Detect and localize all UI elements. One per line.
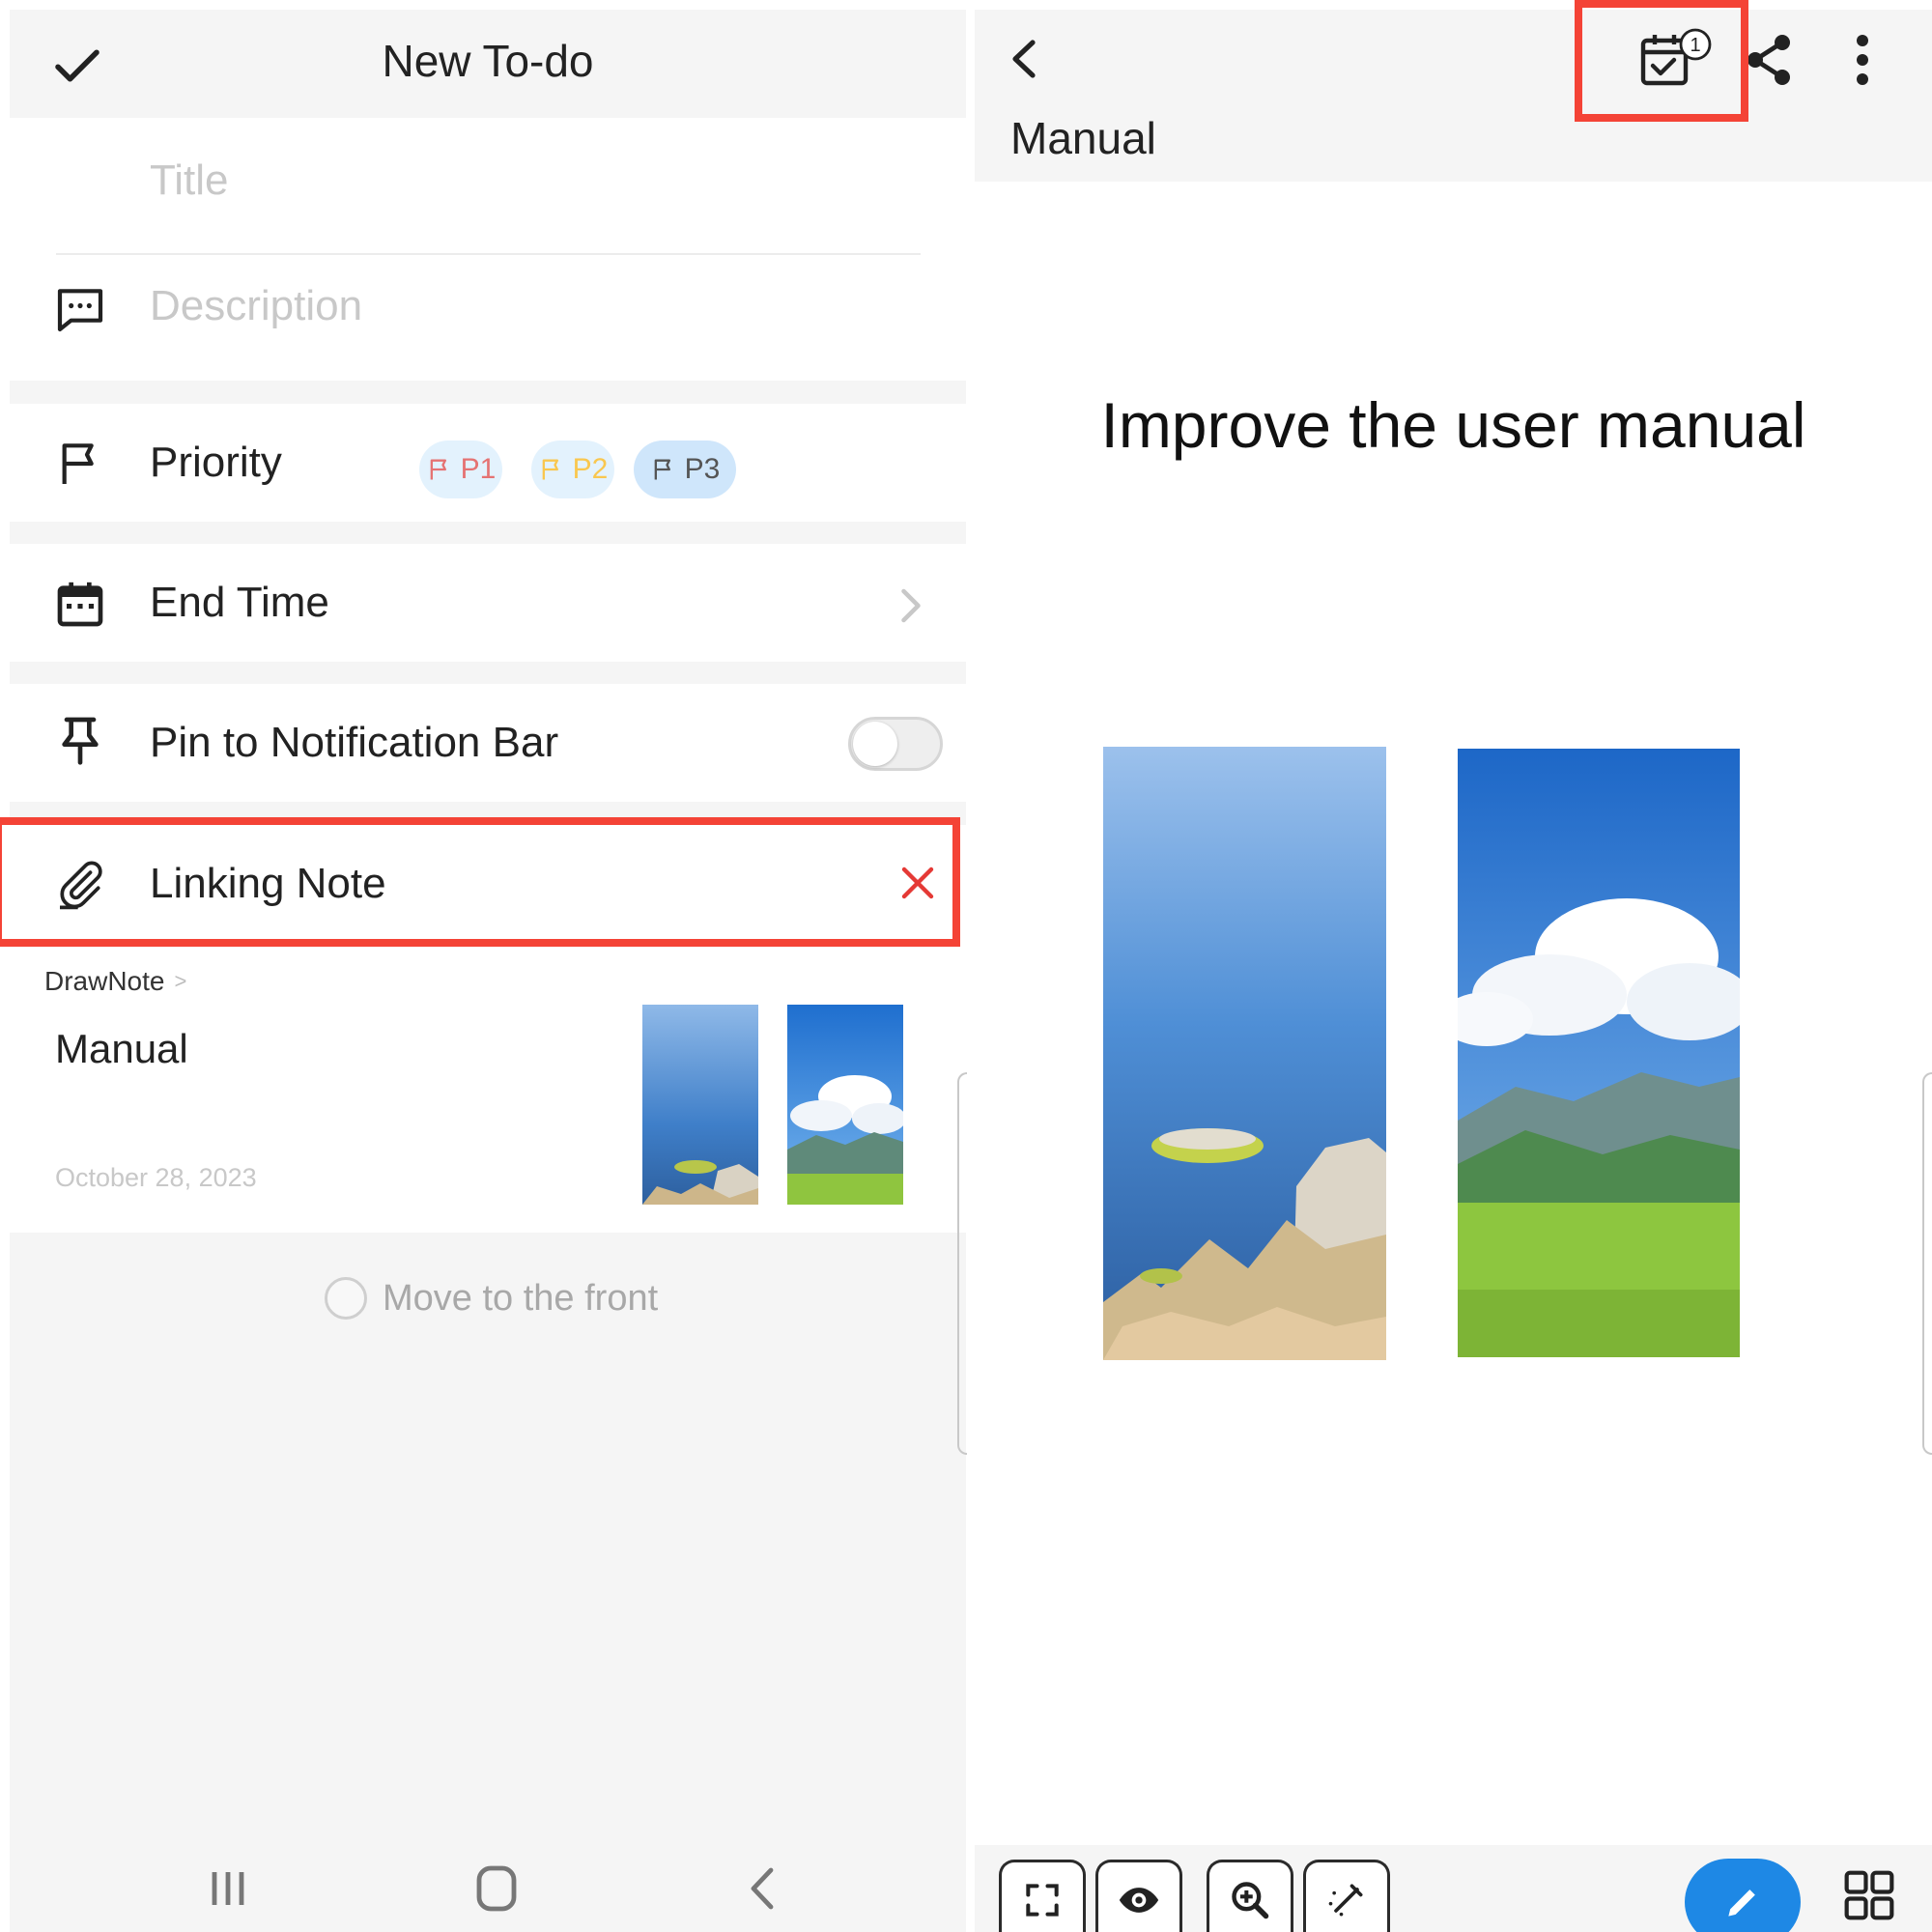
magic-wand-icon [1328,1884,1363,1916]
end-time-row[interactable]: End Time [10,544,966,662]
new-todo-panel: New To-do Title Description Priority P1 … [10,10,966,1932]
grid-icon[interactable] [1842,1868,1896,1922]
toggle-knob [853,722,897,766]
radio-button[interactable] [325,1277,367,1320]
meadow-thumbnail [787,1005,903,1205]
recent-apps-icon[interactable] [199,1864,257,1913]
highlight-box [0,817,960,947]
highlight-box [1575,0,1748,122]
chevron-right-icon: > [174,969,187,993]
edit-button[interactable] [1685,1859,1801,1932]
pin-row: Pin to Notification Bar [10,684,966,802]
note-title: Manual [1010,113,1156,163]
back-icon[interactable] [734,1864,792,1913]
note-date: October 28, 2023 [55,1163,257,1192]
zoom-in-icon [1232,1881,1269,1918]
move-to-front-option[interactable]: Move to the front [325,1277,658,1320]
eye-icon [1119,1887,1159,1913]
back-icon[interactable] [1006,35,1044,83]
edge-handle[interactable] [957,1072,967,1455]
lake-thumbnail [642,1005,758,1205]
divider [56,253,921,255]
home-icon[interactable] [468,1864,526,1913]
flag-icon [430,459,446,480]
end-time-label: End Time [150,579,329,626]
fullscreen-icon [1026,1883,1059,1917]
priority-chip-p1[interactable]: P1 [419,440,502,498]
page-title: New To-do [382,36,594,86]
flag-icon [62,443,94,484]
pen-icon [1728,1889,1755,1917]
note-toolbar [975,1845,1932,1932]
chevron-right-icon [901,588,921,623]
lake-image[interactable] [1103,747,1386,1360]
zoom-button[interactable] [1207,1860,1293,1932]
priority-row: Priority P1 P2 P3 [10,404,966,522]
todo-header: New To-do [10,10,966,118]
pin-toggle[interactable] [848,717,943,771]
note-source-label: DrawNote [44,966,165,996]
system-nav-bar [10,1845,966,1932]
flag-icon [654,459,670,480]
calendar-icon [57,582,103,627]
note-heading: Improve the user manual [1100,389,1806,461]
note-panel: 1 Manual Improve the user manual [957,0,1932,1932]
share-icon[interactable] [1742,31,1796,89]
edge-handle[interactable] [1922,1072,1932,1455]
fullscreen-button[interactable] [999,1860,1086,1932]
pin-icon [62,717,99,765]
screen: New To-do Title Description Priority P1 … [0,0,1932,1932]
meadow-image[interactable] [1458,749,1740,1357]
note-source: DrawNote > [44,966,186,997]
pin-label: Pin to Notification Bar [150,719,559,766]
title-description-card: Title Description [10,118,966,381]
message-icon [57,289,103,332]
note-title: Manual [55,1026,188,1071]
title-input[interactable]: Title [150,156,229,205]
magic-button[interactable] [1303,1860,1390,1932]
priority-label: Priority [150,439,282,486]
more-icon[interactable] [1848,31,1877,89]
note-header: 1 Manual [975,10,1932,182]
priority-chip-p3[interactable]: P3 [634,440,736,498]
linked-note-card[interactable]: DrawNote > Manual October 28, 2023 [10,943,966,1233]
flag-icon [542,459,558,480]
read-mode-button[interactable] [1095,1860,1182,1932]
description-input[interactable]: Description [150,282,362,330]
priority-chip-p2[interactable]: P2 [531,440,614,498]
move-to-front-label: Move to the front [383,1277,659,1319]
